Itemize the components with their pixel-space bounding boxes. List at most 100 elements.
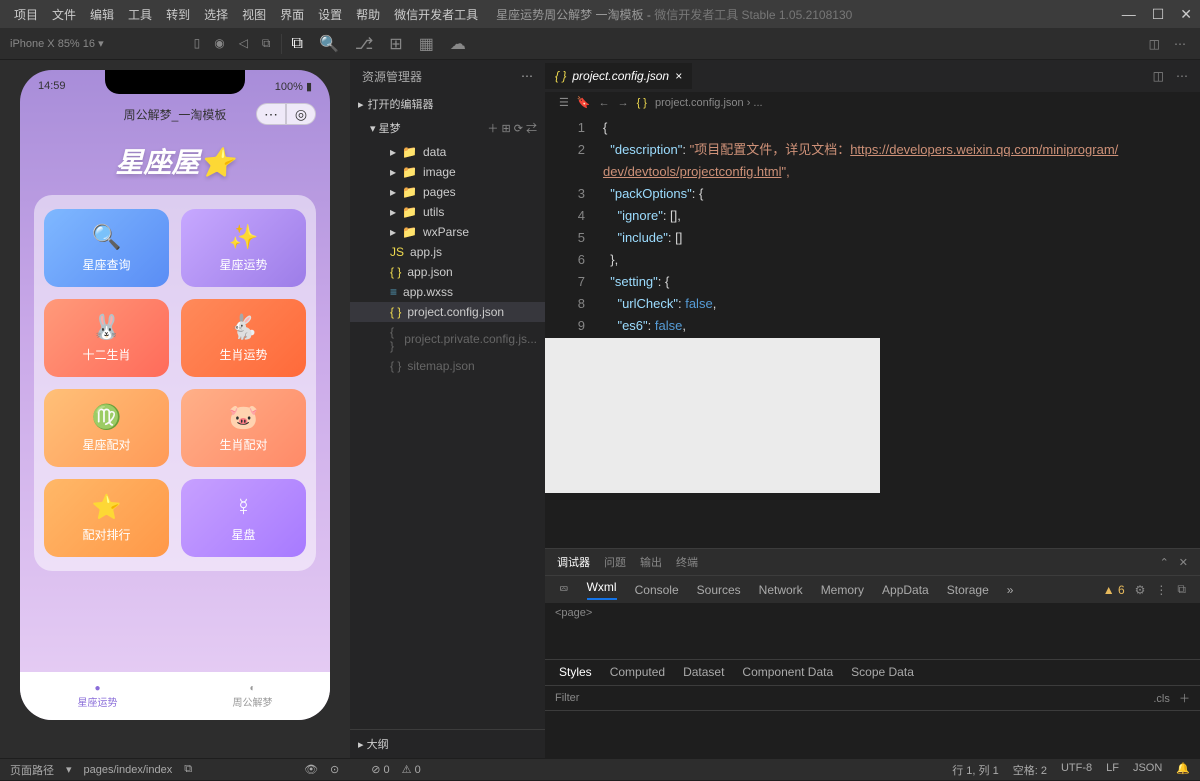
dot-icon[interactable]: ⊙ [330, 763, 339, 776]
warn-icon[interactable]: ⚠ 0 [402, 763, 421, 776]
folder-pages[interactable]: ▸ 📁pages [350, 182, 545, 202]
close-panel-icon[interactable]: ✕ [1179, 556, 1188, 569]
eye-icon[interactable]: 👁 [304, 763, 318, 776]
devtab-console[interactable]: Console [635, 583, 679, 597]
folder-image[interactable]: ▸ 📁image [350, 162, 545, 182]
card-zodiac-fortune[interactable]: ✨星座运势 [181, 209, 306, 287]
devtab-memory[interactable]: Memory [821, 583, 864, 597]
file-sitemap[interactable]: { }sitemap.json [350, 356, 545, 376]
menu-select[interactable]: 选择 [198, 4, 234, 25]
menu-edit[interactable]: 编辑 [84, 4, 120, 25]
styletab-dataset[interactable]: Dataset [683, 665, 724, 679]
minimize-icon[interactable]: — [1122, 6, 1136, 23]
menu-wxdevtools[interactable]: 微信开发者工具 [388, 4, 484, 25]
language[interactable]: JSON [1133, 762, 1162, 778]
dbg-tab-output[interactable]: 输出 [640, 554, 662, 570]
capsule-menu-icon[interactable]: ⋯ [256, 103, 286, 125]
more-icon[interactable]: ⋯ [1174, 37, 1186, 51]
explorer-more-icon[interactable]: ⋯ [521, 69, 533, 83]
menu-project[interactable]: 项目 [8, 4, 44, 25]
bc-menu-icon[interactable]: ☰ [559, 96, 569, 109]
dbg-tab-problems[interactable]: 问题 [604, 554, 626, 570]
devtab-appdata[interactable]: AppData [882, 583, 929, 597]
styletab-scope[interactable]: Scope Data [851, 665, 914, 679]
file-app-json[interactable]: { }app.json [350, 262, 545, 282]
maximize-icon[interactable]: ☐ [1152, 6, 1165, 23]
tab-fortune[interactable]: ●星座运势 [20, 672, 175, 720]
tab-close-icon[interactable]: × [675, 69, 682, 83]
menu-tools[interactable]: 工具 [122, 4, 158, 25]
bell-icon[interactable]: 🔔 [1176, 762, 1190, 778]
card-zodiac-match[interactable]: 🐷生肖配对 [181, 389, 306, 467]
menu-view[interactable]: 视图 [236, 4, 272, 25]
indent[interactable]: 空格: 2 [1013, 762, 1047, 778]
devtab-sources[interactable]: Sources [697, 583, 741, 597]
project-root[interactable]: ▾ 星梦 ＋ ⊞ ⟳ ⇄ [350, 116, 545, 140]
split-editor-icon[interactable]: ◫ [1153, 69, 1164, 83]
file-app-js[interactable]: JSapp.js [350, 242, 545, 262]
devtab-wxml[interactable]: Wxml [587, 580, 617, 600]
chevron-up-icon[interactable]: ⌃ [1160, 556, 1169, 569]
bc-bookmark-icon[interactable]: 🔖 [577, 96, 591, 109]
dbg-tab-debugger[interactable]: 调试器 [557, 554, 590, 570]
record-icon[interactable]: ◉ [214, 36, 224, 51]
ext2-icon[interactable]: ▦ [419, 34, 434, 54]
menu-goto[interactable]: 转到 [160, 4, 196, 25]
mute-icon[interactable]: ◁ [239, 36, 248, 51]
devtools-more-icon[interactable]: ⋮ [1155, 583, 1167, 597]
gear-icon[interactable]: ⚙ [1135, 583, 1146, 597]
cursor-pos[interactable]: 行 1, 列 1 [952, 762, 998, 778]
ext-icon[interactable]: ⊞ [389, 34, 402, 54]
dbg-tab-terminal[interactable]: 终端 [676, 554, 698, 570]
menu-interface[interactable]: 界面 [274, 4, 310, 25]
file-project-config[interactable]: { }project.config.json [350, 302, 545, 322]
card-twelve-zodiac[interactable]: 🐰十二生肖 [44, 299, 169, 377]
devtab-network[interactable]: Network [759, 583, 803, 597]
page-path[interactable]: pages/index/index [84, 764, 173, 776]
code-editor[interactable]: 123456789 { "description": "项目配置文件，详见文档：… [545, 113, 1200, 548]
card-match-rank[interactable]: ⭐配对排行 [44, 479, 169, 557]
devtab-storage[interactable]: Storage [947, 583, 989, 597]
editor-more-icon[interactable]: ⋯ [1176, 69, 1188, 83]
split-icon[interactable]: ◫ [1149, 37, 1160, 51]
card-zodiac-query[interactable]: 🔍星座查询 [44, 209, 169, 287]
folder-data[interactable]: ▸ 📁data [350, 142, 545, 162]
copy-icon[interactable]: ⧉ [262, 36, 271, 51]
editor-tab[interactable]: { } project.config.json × [545, 63, 692, 89]
cloud-icon[interactable]: ☁ [450, 34, 466, 54]
outline-section[interactable]: ▸ 大纲 [350, 729, 545, 758]
card-zodiac-luck[interactable]: 🐇生肖运势 [181, 299, 306, 377]
file-project-private[interactable]: { }project.private.config.js... [350, 322, 545, 356]
explorer-icon[interactable]: ⧉ [292, 35, 303, 53]
devtab-more-icon[interactable]: » [1007, 583, 1014, 597]
phone-icon[interactable]: ▯ [194, 36, 201, 51]
styletab-computed[interactable]: Computed [610, 665, 665, 679]
folder-utils[interactable]: ▸ 📁utils [350, 202, 545, 222]
elements-tree[interactable]: <page> [545, 603, 1200, 659]
styletab-styles[interactable]: Styles [559, 665, 592, 679]
card-sign-match[interactable]: ♍星座配对 [44, 389, 169, 467]
dock-icon[interactable]: ⧉ [1177, 582, 1186, 597]
cls-toggle[interactable]: .cls [1153, 693, 1170, 705]
menu-file[interactable]: 文件 [46, 4, 82, 25]
open-editors-section[interactable]: ▸ 打开的编辑器 [350, 92, 545, 116]
folder-wxparse[interactable]: ▸ 📁wxParse [350, 222, 545, 242]
eol[interactable]: LF [1106, 762, 1119, 778]
inspect-icon[interactable]: ⮹ [559, 582, 569, 597]
tab-dream[interactable]: ◐周公解梦 [175, 672, 330, 720]
styles-filter[interactable]: Filter [555, 692, 579, 704]
card-astrolabe[interactable]: ☿星盘 [181, 479, 306, 557]
git-icon[interactable]: ⎇ [355, 34, 373, 54]
err-icon[interactable]: ⊘ 0 [371, 763, 389, 776]
styletab-component[interactable]: Component Data [742, 665, 833, 679]
search-icon[interactable]: 🔍 [319, 34, 339, 54]
encoding[interactable]: UTF-8 [1061, 762, 1092, 778]
menu-help[interactable]: 帮助 [350, 4, 386, 25]
bc-forward-icon[interactable]: → [618, 97, 629, 109]
add-rule-icon[interactable]: ＋ [1179, 693, 1190, 705]
device-selector[interactable]: iPhone X 85% 16 ▾ [0, 37, 114, 50]
menu-settings[interactable]: 设置 [312, 4, 348, 25]
bc-back-icon[interactable]: ← [599, 97, 610, 109]
close-icon[interactable]: ✕ [1180, 6, 1192, 23]
warnings-badge[interactable]: ▲ 6 [1103, 583, 1125, 597]
